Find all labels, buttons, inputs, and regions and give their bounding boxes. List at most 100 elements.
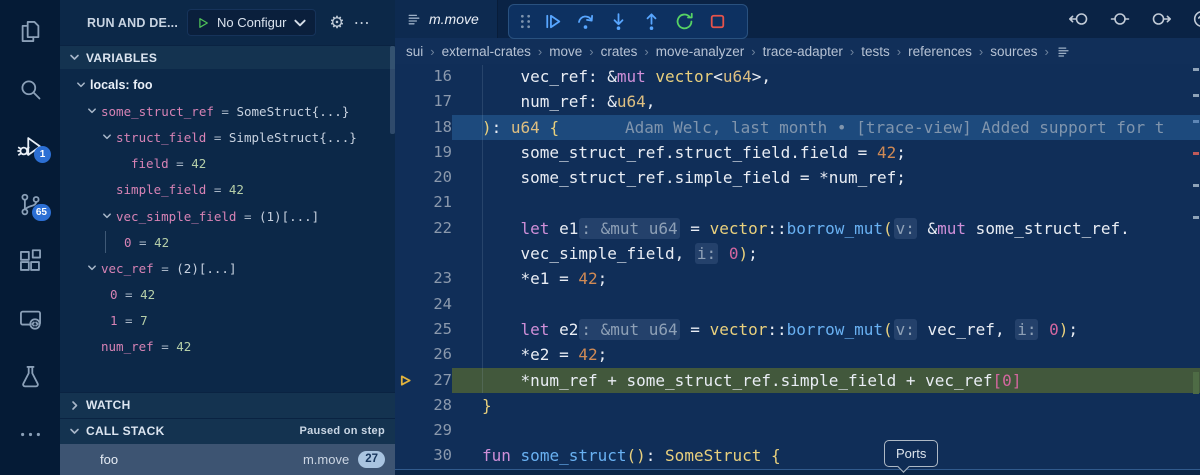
gutter[interactable]: 30	[395, 443, 452, 468]
step-over-button[interactable]	[569, 8, 602, 36]
call-stack-section-label: CALL STACK	[86, 424, 165, 438]
code-content[interactable]: *num_ref + some_struct_ref.simple_field …	[452, 368, 1200, 393]
activity-item-source-control[interactable]: 65	[0, 176, 60, 234]
code-content[interactable]: fun some_struct(): SomeStruct {	[452, 443, 1200, 468]
line-number[interactable]: 26	[414, 342, 452, 367]
gutter[interactable]: 24	[395, 292, 452, 317]
call-stack-section-header[interactable]: CALL STACK Paused on step	[60, 418, 395, 444]
variable-row-simple_field[interactable]: simple_field = 42	[60, 177, 395, 203]
code-content[interactable]	[452, 418, 1200, 443]
code-content[interactable]: *e2 = 42;	[452, 342, 1200, 367]
code-content[interactable]	[452, 292, 1200, 317]
stop-button[interactable]	[701, 8, 734, 36]
gutter[interactable]: 22	[395, 216, 452, 241]
step-out-button[interactable]	[635, 8, 668, 36]
variable-row-field[interactable]: field = 42	[60, 151, 395, 177]
call-stack-frame-foo[interactable]: foo m.move 27	[60, 444, 395, 475]
code-content[interactable]: }	[452, 393, 1200, 418]
line-number[interactable]: 17	[414, 89, 452, 114]
activity-item-more[interactable]	[0, 406, 60, 464]
continue-button[interactable]	[536, 8, 569, 36]
line-number[interactable]: 30	[414, 443, 452, 468]
code-content[interactable]: let e1: &mut u64 = vector::borrow_mut(v:…	[452, 216, 1200, 241]
line-number[interactable]: 21	[414, 190, 452, 215]
line-number[interactable]: 25	[414, 317, 452, 342]
line-number[interactable]: 22	[414, 216, 452, 241]
step-into-button[interactable]	[602, 8, 635, 36]
start-debug-icon[interactable]	[196, 16, 210, 30]
gutter[interactable]: 16	[395, 64, 452, 89]
variable-row-0[interactable]: 0 = 42	[60, 229, 395, 255]
activity-item-explorer[interactable]	[0, 3, 60, 61]
circle-partial-button[interactable]	[1191, 9, 1200, 29]
variable-row-0[interactable]: 0 = 42	[60, 282, 395, 308]
gutter[interactable]: 27	[395, 368, 452, 393]
gutter[interactable]: 18	[395, 115, 452, 140]
code-token: :	[646, 446, 665, 465]
gutter[interactable]: 26	[395, 342, 452, 367]
line-number[interactable]: 20	[414, 165, 452, 190]
line-number[interactable]: 28	[414, 393, 452, 418]
line-number[interactable]: 24	[414, 292, 452, 317]
tab-m-move[interactable]: m.move	[395, 0, 498, 38]
variable-row-scope[interactable]: locals: foo	[60, 72, 395, 98]
gutter[interactable]: 21	[395, 190, 452, 215]
gutter[interactable]: 25	[395, 317, 452, 342]
variable-name: simple_field	[116, 182, 206, 197]
activity-item-search[interactable]	[0, 61, 60, 119]
watch-section-header[interactable]: WATCH	[60, 392, 395, 418]
variables-section-header[interactable]: VARIABLES	[60, 45, 395, 69]
chevron-down-icon	[76, 80, 86, 90]
gutter[interactable]: 19	[395, 140, 452, 165]
debug-config-dropdown[interactable]: No Configur	[187, 9, 316, 36]
overview-ruler[interactable]	[1191, 40, 1200, 469]
breadcrumb-item-sources[interactable]: sources	[990, 44, 1037, 59]
activity-item-testing[interactable]	[0, 348, 60, 406]
code-content[interactable]: *e1 = 42;	[452, 266, 1200, 291]
gear-icon[interactable]	[329, 13, 344, 33]
gutter[interactable]: 29	[395, 418, 452, 443]
gutter[interactable]: 28	[395, 393, 452, 418]
breadcrumb-item-external-crates[interactable]: external-crates	[442, 44, 531, 59]
breadcrumb-item-crates[interactable]: crates	[601, 44, 638, 59]
line-number[interactable]: 19	[414, 140, 452, 165]
breadcrumb-item-trace-adapter[interactable]: trace-adapter	[763, 44, 843, 59]
variable-row-struct_field[interactable]: struct_field = SimpleStruct{...}	[60, 124, 395, 150]
restart-button[interactable]	[668, 8, 701, 36]
variable-row-vec_ref[interactable]: vec_ref = (2)[...]	[60, 255, 395, 281]
line-number[interactable]: 29	[414, 418, 452, 443]
gutter[interactable]: 17	[395, 89, 452, 114]
line-number[interactable]: 16	[414, 64, 452, 89]
code-content[interactable]: some_struct_ref.struct_field.field = 42;	[452, 140, 1200, 165]
code-content[interactable]: num_ref: &u64,	[452, 89, 1200, 114]
activity-item-extensions[interactable]	[0, 233, 60, 291]
variable-row-some_struct_ref[interactable]: some_struct_ref = SomeStruct{...}	[60, 98, 395, 124]
gutter[interactable]: 23	[395, 266, 452, 291]
code-content[interactable]: ): u64 {Adam Welc, last month • [trace-v…	[452, 115, 1200, 140]
line-number[interactable]: 18	[414, 115, 452, 140]
code-content[interactable]: some_struct_ref.simple_field = *num_ref;	[452, 165, 1200, 190]
activity-item-remote-explorer[interactable]	[0, 291, 60, 349]
variable-row-1[interactable]: 1 = 7	[60, 308, 395, 334]
code-content[interactable]: vec_ref: &mut vector<u64>,	[452, 64, 1200, 89]
gutter[interactable]	[395, 241, 452, 266]
circle-action-button[interactable]	[1109, 9, 1131, 29]
line-number[interactable]: 27	[414, 368, 452, 393]
variable-row-vec_simple_field[interactable]: vec_simple_field = (1)[...]	[60, 203, 395, 229]
more-actions-icon[interactable]	[354, 13, 371, 33]
activity-item-run-and-debug[interactable]: 1	[0, 118, 60, 176]
code-content[interactable]: vec_simple_field, i: 0);	[452, 241, 1200, 266]
breadcrumb-item-references[interactable]: references	[908, 44, 972, 59]
gutter[interactable]: 20	[395, 165, 452, 190]
code-content[interactable]: let e2: &mut u64 = vector::borrow_mut(v:…	[452, 317, 1200, 342]
line-number[interactable]: 23	[414, 266, 452, 291]
variable-row-num_ref[interactable]: num_ref = 42	[60, 334, 395, 360]
breadcrumb-item-move-analyzer[interactable]: move-analyzer	[656, 44, 745, 59]
navigate-back-button[interactable]	[1068, 9, 1090, 29]
drag-handle-button[interactable]	[514, 8, 536, 36]
breadcrumb-item-move[interactable]: move	[549, 44, 582, 59]
code-content[interactable]	[452, 190, 1200, 215]
breadcrumb-item-sui[interactable]: sui	[406, 44, 423, 59]
navigate-forward-button[interactable]	[1150, 9, 1172, 29]
breadcrumb-item-tests[interactable]: tests	[861, 44, 890, 59]
